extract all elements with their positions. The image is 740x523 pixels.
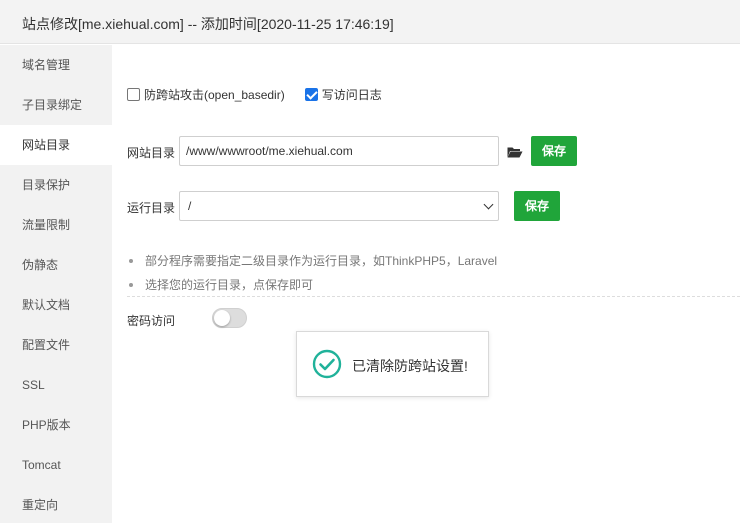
sidebar-item-default-doc[interactable]: 默认文档 — [0, 285, 112, 325]
access-log-checkbox[interactable] — [304, 87, 318, 101]
sidebar-item-traffic-limit[interactable]: 流量限制 — [0, 205, 112, 245]
sidebar-item-domain[interactable]: 域名管理 — [0, 45, 112, 85]
open-basedir-label[interactable]: 防跨站攻击(open_basedir) — [144, 86, 285, 103]
sidebar-item-subdir-binding[interactable]: 子目录绑定 — [0, 85, 112, 125]
dialog-titlebar: 站点修改[me.xiehual.com] -- 添加时间[2020-11-25 … — [0, 0, 740, 44]
tips-list: 部分程序需要指定二级目录作为运行目录，如ThinkPHP5，Laravel 选择… — [127, 249, 740, 297]
open-basedir-checkbox[interactable] — [127, 87, 140, 101]
sidebar-item-php-version[interactable]: PHP版本 — [0, 405, 112, 445]
toggle-knob — [214, 310, 230, 326]
dialog-title: 站点修改[me.xiehual.com] -- 添加时间[2020-11-25 … — [22, 16, 394, 32]
access-log-label[interactable]: 写访问日志 — [322, 86, 382, 103]
check-circle-icon — [312, 349, 342, 379]
run-dir-label: 运行目录 — [127, 201, 176, 215]
site-dir-label: 网站目录 — [127, 146, 176, 160]
sidebar-item-tomcat[interactable]: Tomcat — [0, 445, 112, 485]
password-access-toggle[interactable] — [212, 308, 247, 328]
sidebar-item-rewrite[interactable]: 伪静态 — [0, 245, 112, 285]
site-dir-save-button[interactable]: 保存 — [531, 136, 577, 166]
sidebar: 域名管理 子目录绑定 网站目录 目录保护 流量限制 伪静态 默认文档 配置文件 … — [0, 45, 112, 523]
run-dir-save-button[interactable]: 保存 — [514, 191, 560, 221]
sidebar-item-site-dir[interactable]: 网站目录 — [0, 125, 112, 165]
toast-text: 已清除防跨站设置! — [352, 358, 468, 374]
options-row: 防跨站攻击(open_basedir) 写访问日志 — [127, 86, 382, 102]
main-panel: 防跨站攻击(open_basedir) 写访问日志 网站目录 /www/wwwr… — [112, 45, 740, 523]
run-dir-value: / — [188, 199, 192, 213]
run-dir-select[interactable]: / — [179, 191, 499, 221]
sidebar-item-ssl[interactable]: SSL — [0, 365, 112, 405]
tip-item: 部分程序需要指定二级目录作为运行目录，如ThinkPHP5，Laravel — [127, 249, 740, 273]
divider — [127, 296, 740, 297]
tip-item: 选择您的运行目录，点保存即可 — [127, 273, 740, 297]
sidebar-item-dir-protect[interactable]: 目录保护 — [0, 165, 112, 205]
sidebar-item-config-file[interactable]: 配置文件 — [0, 325, 112, 365]
sidebar-item-redirect[interactable]: 重定向 — [0, 485, 112, 523]
chevron-down-icon — [483, 199, 494, 210]
site-dir-input[interactable]: /www/wwwroot/me.xiehual.com — [179, 136, 499, 166]
folder-open-icon[interactable] — [507, 146, 523, 158]
toast-message: 已清除防跨站设置! — [296, 331, 489, 397]
password-access-label: 密码访问 — [127, 314, 176, 328]
